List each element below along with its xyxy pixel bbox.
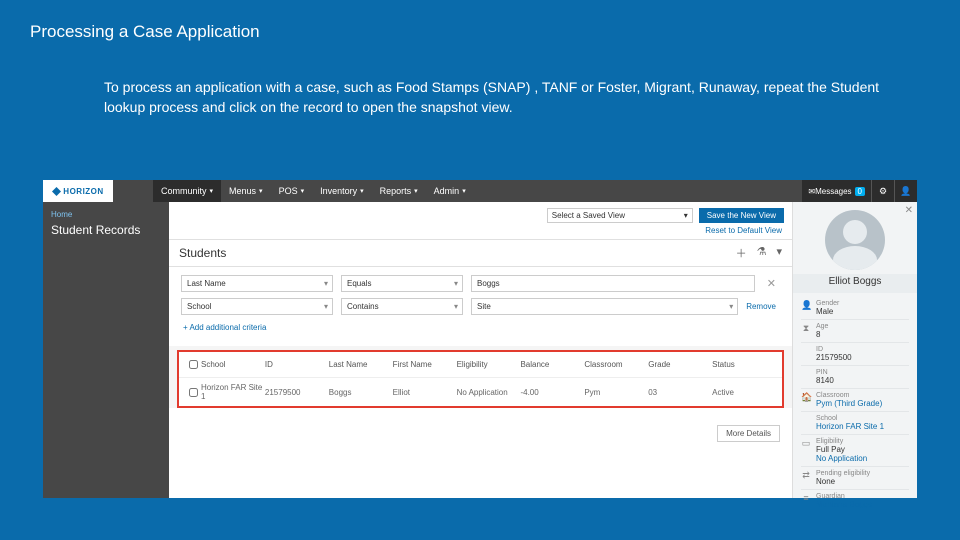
gender-icon: 👤 (801, 300, 811, 311)
snapshot-panel: ✕ Elliot Boggs 👤GenderMale ⧗Age8 ID21579… (792, 202, 917, 498)
app-screenshot: HORIZON Community▾ Menus▾ POS▾ Inventory… (43, 180, 917, 498)
school-value[interactable]: Horizon FAR Site 1 (816, 422, 884, 431)
th-eligibility: Eligibility (457, 360, 521, 369)
add-criteria-link[interactable]: + Add additional criteria (181, 321, 780, 338)
guardian-icon: ≡ (801, 493, 811, 503)
row-checkbox[interactable] (189, 388, 198, 397)
student-name: Elliot Boggs (793, 274, 917, 293)
nav-community[interactable]: Community▾ (153, 180, 221, 202)
filter-icon[interactable]: ⚗ (757, 245, 767, 261)
th-lastname: Last Name (329, 360, 393, 369)
filter-field-1[interactable]: Last Name (181, 275, 333, 292)
filter-field-2[interactable]: School (181, 298, 333, 315)
pin-value: 8140 (816, 376, 834, 385)
left-sidebar: Home Student Records (43, 202, 169, 498)
filter-remove-1[interactable]: ✕ (763, 277, 780, 290)
table-header: School ID Last Name First Name Eligibili… (179, 352, 782, 378)
messages-button[interactable]: ✉ Messages0 (802, 180, 871, 202)
id-value: 21579500 (816, 353, 852, 362)
main-panel: Select a Saved View▾ Save the New View R… (169, 202, 792, 498)
filter-op-1[interactable]: Equals (341, 275, 463, 292)
remove-filter-link[interactable]: Remove (746, 302, 780, 311)
page-title: Student Records (51, 223, 161, 237)
nav-pos[interactable]: POS▾ (271, 180, 313, 202)
collapse-icon[interactable]: ▾ (776, 245, 782, 261)
avatar (825, 210, 885, 270)
eligibility-icon: ▭ (801, 438, 811, 449)
th-id: ID (265, 360, 329, 369)
add-icon[interactable]: ＋ (736, 245, 747, 261)
results-table: School ID Last Name First Name Eligibili… (177, 350, 784, 408)
gender-value: Male (816, 307, 833, 316)
logo: HORIZON (43, 180, 113, 202)
nav-admin[interactable]: Admin▾ (426, 180, 474, 202)
nav-reports[interactable]: Reports▾ (372, 180, 426, 202)
pending-value: None (816, 477, 835, 486)
close-icon[interactable]: ✕ (905, 205, 913, 216)
filter-value-2[interactable]: Site (471, 298, 738, 315)
reset-default-link[interactable]: Reset to Default View (705, 226, 782, 235)
filter-op-2[interactable]: Contains (341, 298, 463, 315)
th-balance: Balance (520, 360, 584, 369)
topbar: HORIZON Community▾ Menus▾ POS▾ Inventory… (43, 180, 917, 202)
th-grade: Grade (648, 360, 712, 369)
slide-title: Processing a Case Application (0, 0, 960, 42)
classroom-icon: 🏠 (801, 392, 811, 403)
guardian-value[interactable]: Montana Boggs (816, 500, 872, 509)
filter-value-1[interactable]: Boggs (471, 275, 755, 292)
classroom-value[interactable]: Pym (Third Grade) (816, 399, 882, 408)
eligibility-value: Full Pay (816, 445, 845, 454)
age-value: 8 (816, 330, 820, 339)
nav-menus[interactable]: Menus▾ (221, 180, 271, 202)
panel-heading: Students (179, 246, 226, 260)
th-status: Status (712, 360, 776, 369)
th-classroom: Classroom (584, 360, 648, 369)
pending-icon: ⇄ (801, 470, 811, 481)
more-details-button[interactable]: More Details (717, 425, 780, 442)
slide-body: To process an application with a case, s… (0, 42, 960, 117)
select-all-checkbox[interactable] (189, 360, 198, 369)
eligibility-link[interactable]: No Application (816, 454, 867, 463)
settings-icon[interactable]: ⚙ (871, 180, 894, 202)
th-firstname: First Name (393, 360, 457, 369)
th-school: School (201, 360, 265, 369)
nav-inventory[interactable]: Inventory▾ (312, 180, 372, 202)
table-row[interactable]: Horizon FAR Site 1 21579500 Boggs Elliot… (179, 378, 782, 406)
topnav: Community▾ Menus▾ POS▾ Inventory▾ Report… (153, 180, 474, 202)
save-view-button[interactable]: Save the New View (699, 208, 784, 223)
user-icon[interactable]: 👤 (894, 180, 917, 202)
breadcrumb[interactable]: Home (51, 210, 161, 219)
saved-view-select[interactable]: Select a Saved View▾ (547, 208, 693, 223)
age-icon: ⧗ (801, 323, 811, 334)
